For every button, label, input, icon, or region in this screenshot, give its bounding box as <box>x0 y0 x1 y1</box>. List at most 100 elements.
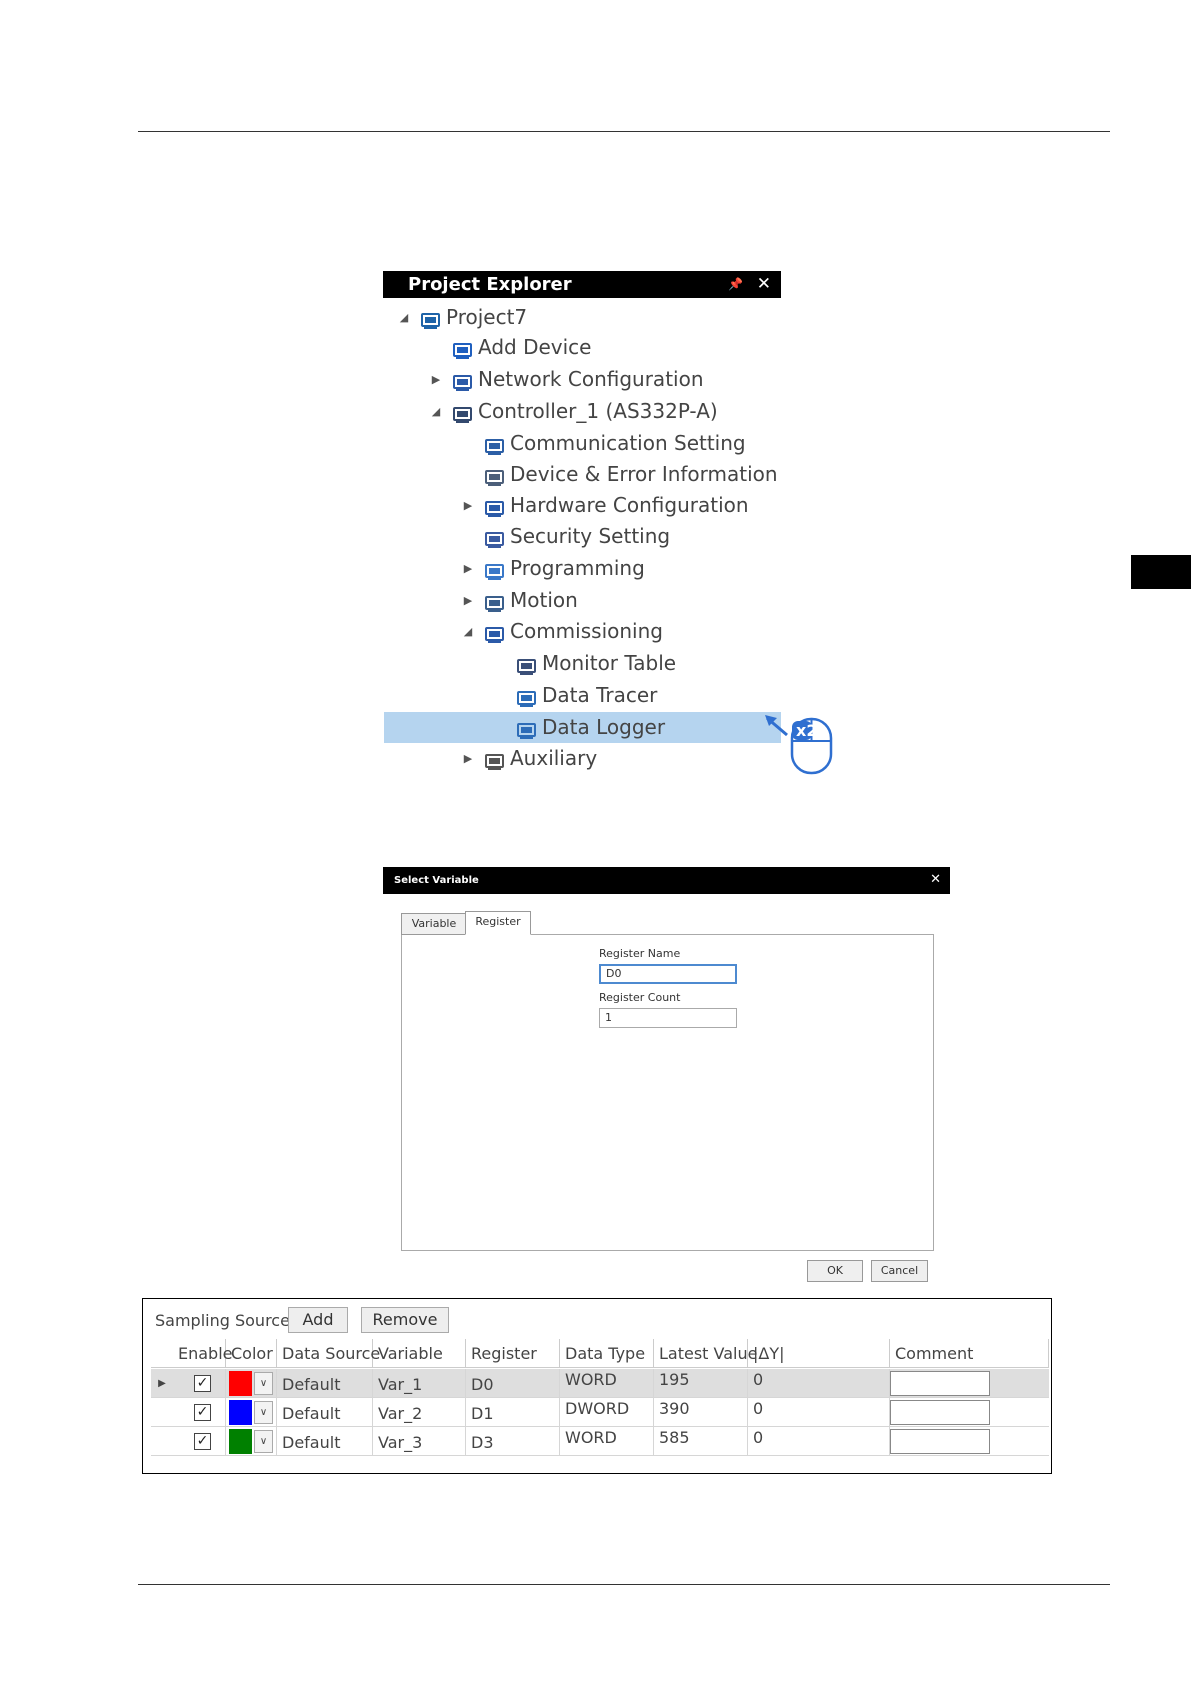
comment-input[interactable] <box>890 1371 990 1396</box>
delta-y-cell[interactable]: 0 <box>748 1369 890 1398</box>
tree-item-motion[interactable]: ▶ Motion <box>384 585 781 616</box>
add-button[interactable]: Add <box>288 1307 348 1333</box>
tree-item-label: Project7 <box>446 305 528 329</box>
enable-cell: ✓ <box>173 1398 226 1427</box>
tree-item-project7[interactable]: ◢ Project7 <box>384 302 781 333</box>
tree-item-device-error-information[interactable]: Device & Error Information <box>384 459 781 490</box>
tree-item-label: Commissioning <box>510 619 663 643</box>
tree-item-data-logger[interactable]: Data Logger <box>384 712 781 743</box>
color-cell: ∨ <box>226 1369 277 1398</box>
add-device-icon <box>452 338 474 359</box>
enable-checkbox[interactable]: ✓ <box>194 1433 211 1450</box>
variable-cell[interactable]: Var_2 <box>373 1398 466 1427</box>
comment-input[interactable] <box>890 1400 990 1425</box>
register-count-input[interactable]: 1 <box>599 1008 737 1028</box>
controller-icon <box>452 402 474 423</box>
expand-arrow-icon[interactable]: ▶ <box>462 743 474 774</box>
tree-item-controller-1-as332p-a[interactable]: ◢ Controller_1 (AS332P-A) <box>384 396 781 427</box>
register-cell[interactable]: D0 <box>466 1369 560 1398</box>
column-header-latest-value[interactable]: Latest Value <box>654 1339 757 1368</box>
color-swatch[interactable] <box>229 1429 252 1454</box>
communication-icon <box>484 434 506 455</box>
color-cell: ∨ <box>226 1427 277 1456</box>
tree-item-communication-setting[interactable]: Communication Setting <box>384 428 781 459</box>
table-row[interactable]: ✓ ∨ Default Var_3 D3 WORD 585 0 <box>151 1427 1049 1456</box>
header-rule <box>138 131 1110 132</box>
color-swatch[interactable] <box>229 1371 252 1396</box>
cancel-button[interactable]: Cancel <box>871 1260 928 1282</box>
register-cell[interactable]: D1 <box>466 1398 560 1427</box>
delta-y-cell[interactable]: 0 <box>748 1398 890 1427</box>
expand-arrow-icon[interactable]: ▶ <box>462 490 474 521</box>
column-header-enable[interactable]: Enable <box>173 1339 233 1368</box>
table-row[interactable]: ✓ ∨ Default Var_2 D1 DWORD 390 0 <box>151 1398 1049 1427</box>
ok-button[interactable]: OK <box>807 1260 863 1282</box>
data-type-cell[interactable]: WORD <box>560 1369 654 1398</box>
tab-register[interactable]: Register <box>465 911 531 935</box>
sampling-source-panel: Sampling Source Add Remove Enable Color Da… <box>142 1298 1052 1474</box>
register-cell[interactable]: D3 <box>466 1427 560 1456</box>
tree-item-commissioning[interactable]: ◢ Commissioning <box>384 616 781 647</box>
dialog-title: Select Variable <box>394 875 479 886</box>
column-header-register[interactable]: Register <box>466 1339 560 1368</box>
select-variable-dialog: Select Variable ✕ Register Name D0 Regis… <box>383 867 950 1287</box>
data-tracer-icon <box>516 686 538 707</box>
expand-arrow-icon[interactable]: ▶ <box>462 585 474 616</box>
data-type-cell[interactable]: WORD <box>560 1427 654 1456</box>
close-icon[interactable]: ✕ <box>757 271 771 298</box>
tree-item-security-setting[interactable]: Security Setting <box>384 521 781 552</box>
data-source-cell[interactable]: Default <box>277 1369 373 1398</box>
variable-cell[interactable]: Var_3 <box>373 1427 466 1456</box>
tree-item-add-device[interactable]: Add Device <box>384 332 781 363</box>
remove-button[interactable]: Remove <box>361 1307 449 1333</box>
tree-item-label: Auxiliary <box>510 746 598 770</box>
project-explorer-title-bar: Project Explorer 📌 ✕ <box>383 271 781 298</box>
color-dropdown-icon[interactable]: ∨ <box>254 1430 273 1453</box>
tree-item-monitor-table[interactable]: Monitor Table <box>384 648 781 679</box>
column-header-comment[interactable]: Comment <box>890 1339 1049 1368</box>
latest-value-cell[interactable]: 195 <box>654 1369 748 1398</box>
data-source-cell[interactable]: Default <box>277 1398 373 1427</box>
latest-value-cell[interactable]: 585 <box>654 1427 748 1456</box>
column-header-color[interactable]: Color <box>226 1339 277 1368</box>
delta-y-cell[interactable]: 0 <box>748 1427 890 1456</box>
data-source-cell[interactable]: Default <box>277 1427 373 1456</box>
column-header-variable[interactable]: Variable <box>373 1339 466 1368</box>
collapse-arrow-icon[interactable]: ◢ <box>398 302 410 333</box>
comment-input[interactable] <box>890 1429 990 1454</box>
register-count-label: Register Count <box>599 991 681 1004</box>
collapse-arrow-icon[interactable]: ◢ <box>462 616 474 647</box>
data-type-cell[interactable]: DWORD <box>560 1398 654 1427</box>
tab-variable[interactable]: Variable <box>401 913 467 935</box>
tree-item-label: Communication Setting <box>510 431 746 455</box>
tree-item-programming[interactable]: ▶ Programming <box>384 553 781 584</box>
comment-cell <box>890 1427 1049 1456</box>
tree-item-data-tracer[interactable]: Data Tracer <box>384 680 781 711</box>
column-header-data-type[interactable]: Data Type <box>560 1339 654 1368</box>
expand-arrow-icon[interactable]: ▶ <box>462 553 474 584</box>
color-dropdown-icon[interactable]: ∨ <box>254 1372 273 1395</box>
tree-item-hardware-configuration[interactable]: ▶ Hardware Configuration <box>384 490 781 521</box>
variable-cell[interactable]: Var_1 <box>373 1369 466 1398</box>
collapse-arrow-icon[interactable]: ◢ <box>430 396 442 427</box>
latest-value-cell[interactable]: 390 <box>654 1398 748 1427</box>
enable-checkbox[interactable]: ✓ <box>194 1375 211 1392</box>
color-swatch[interactable] <box>229 1400 252 1425</box>
network-icon <box>452 370 474 391</box>
table-row[interactable]: ▶ ✓ ∨ Default Var_1 D0 WORD 195 0 <box>151 1369 1049 1398</box>
dialog-close-icon[interactable]: ✕ <box>930 866 941 893</box>
pin-icon[interactable]: 📌 <box>728 271 743 298</box>
tree-item-auxiliary[interactable]: ▶ Auxiliary <box>384 743 781 774</box>
color-dropdown-icon[interactable]: ∨ <box>254 1401 273 1424</box>
footer-rule <box>138 1584 1110 1585</box>
auxiliary-icon <box>484 749 506 770</box>
column-header-delta-y[interactable]: |ΔY| <box>748 1339 890 1368</box>
tree-item-label: Security Setting <box>510 524 671 548</box>
tree-item-network-configuration[interactable]: ▶ Network Configuration <box>384 364 781 395</box>
column-header-data-source[interactable]: Data Source <box>277 1339 380 1368</box>
enable-checkbox[interactable]: ✓ <box>194 1404 211 1421</box>
enable-cell: ✓ <box>173 1427 226 1456</box>
expand-arrow-icon[interactable]: ▶ <box>430 364 442 395</box>
register-name-input[interactable]: D0 <box>599 964 737 984</box>
tree-item-label: Hardware Configuration <box>510 493 749 517</box>
